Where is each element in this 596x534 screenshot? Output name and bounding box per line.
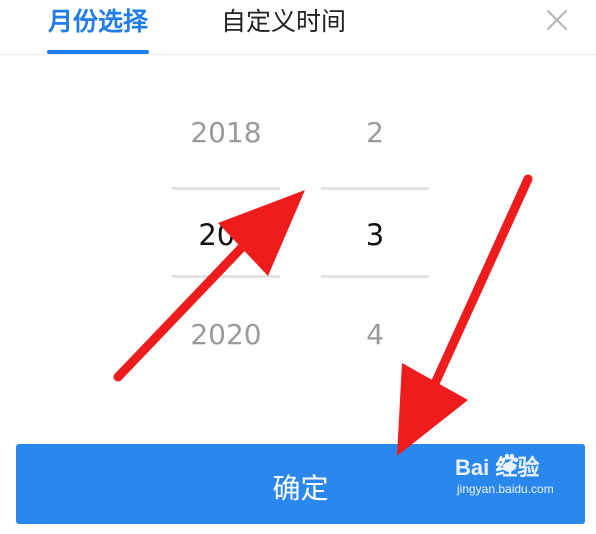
year-option-next[interactable]: 2020 — [172, 318, 280, 351]
tab-bar: 月份选择 自定义时间 — [0, 0, 596, 55]
year-selection-bottom-line — [172, 275, 280, 278]
tab-month-select[interactable]: 月份选择 — [48, 2, 148, 42]
month-selection-top-line — [321, 187, 429, 190]
month-picker[interactable]: 2 3 4 — [321, 88, 429, 378]
month-option-next[interactable]: 4 — [321, 318, 429, 351]
year-picker[interactable]: 2018 201 2020 — [172, 88, 280, 378]
confirm-button[interactable]: 确定 — [16, 444, 585, 524]
month-option-prev[interactable]: 2 — [321, 116, 429, 149]
tab-custom-time[interactable]: 自定义时间 — [221, 2, 346, 42]
year-selection-top-line — [172, 187, 280, 190]
year-option-selected[interactable]: 201 — [172, 218, 280, 252]
annotation-arrows — [113, 174, 533, 456]
close-icon[interactable] — [541, 4, 573, 36]
year-option-prev[interactable]: 2018 — [172, 116, 280, 149]
month-option-selected[interactable]: 3 — [321, 218, 429, 252]
active-tab-indicator — [47, 50, 149, 54]
month-selection-bottom-line — [321, 275, 429, 278]
